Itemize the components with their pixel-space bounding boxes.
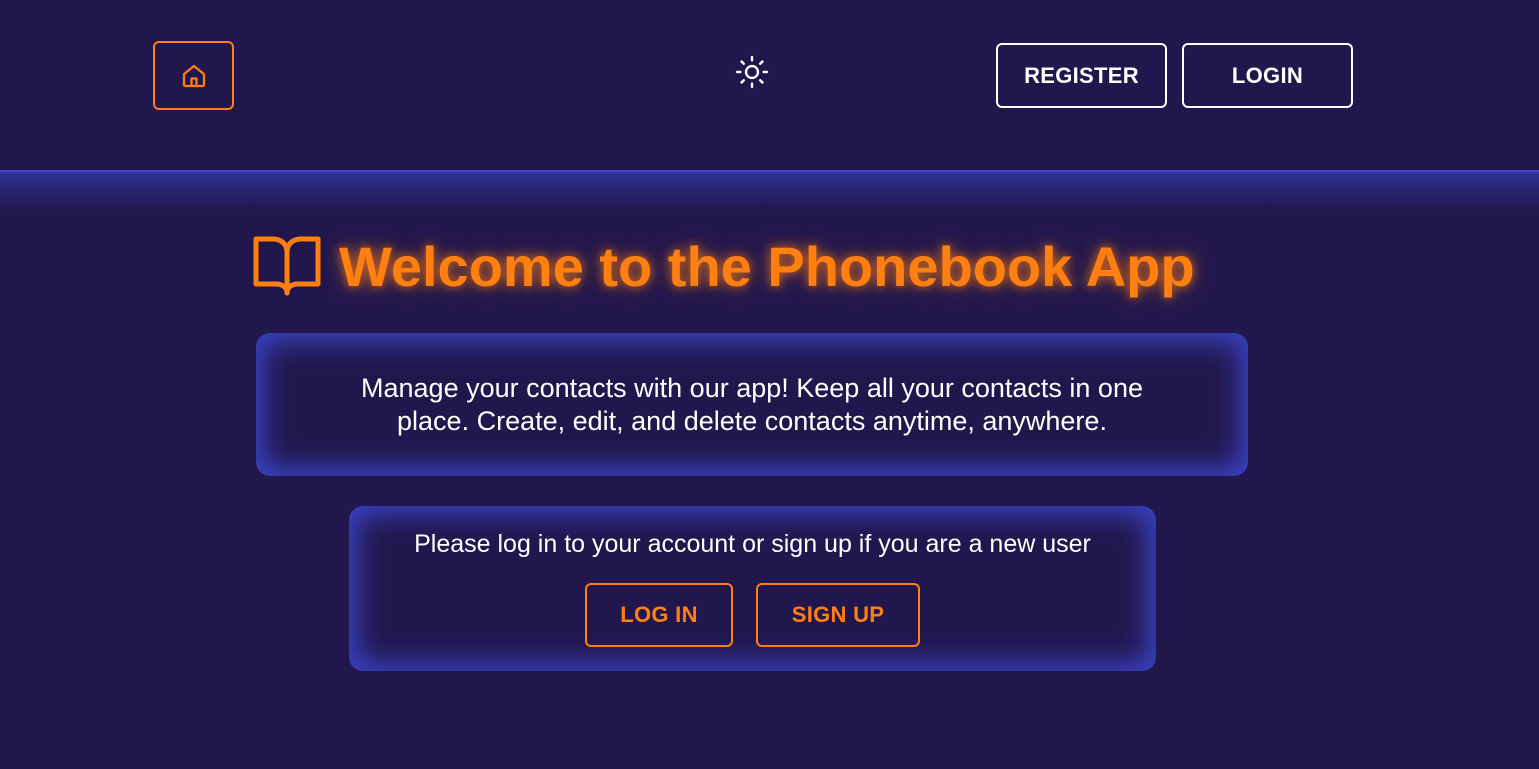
home-icon — [182, 64, 205, 87]
intro-card: Manage your contacts with our app! Keep … — [256, 333, 1248, 476]
auth-prompt-text: Please log in to your account or sign up… — [414, 530, 1091, 558]
theme-toggle-button[interactable] — [734, 54, 770, 90]
sun-icon — [735, 55, 769, 89]
intro-text: Manage your contacts with our app! Keep … — [361, 372, 1143, 436]
auth-card: Please log in to your account or sign up… — [349, 506, 1156, 671]
header-divider — [0, 170, 1539, 210]
log-in-button[interactable]: LOG IN — [585, 583, 733, 647]
sign-up-button[interactable]: SIGN UP — [756, 583, 920, 647]
page-title: Welcome to the Phonebook App — [339, 234, 1195, 298]
book-open-icon — [253, 236, 321, 296]
login-button[interactable]: LOGIN — [1182, 43, 1353, 108]
register-button[interactable]: REGISTER — [996, 43, 1167, 108]
home-button[interactable] — [153, 41, 234, 110]
app-header: REGISTER LOGIN — [0, 0, 1539, 170]
title-row: Welcome to the Phonebook App — [253, 230, 1195, 302]
